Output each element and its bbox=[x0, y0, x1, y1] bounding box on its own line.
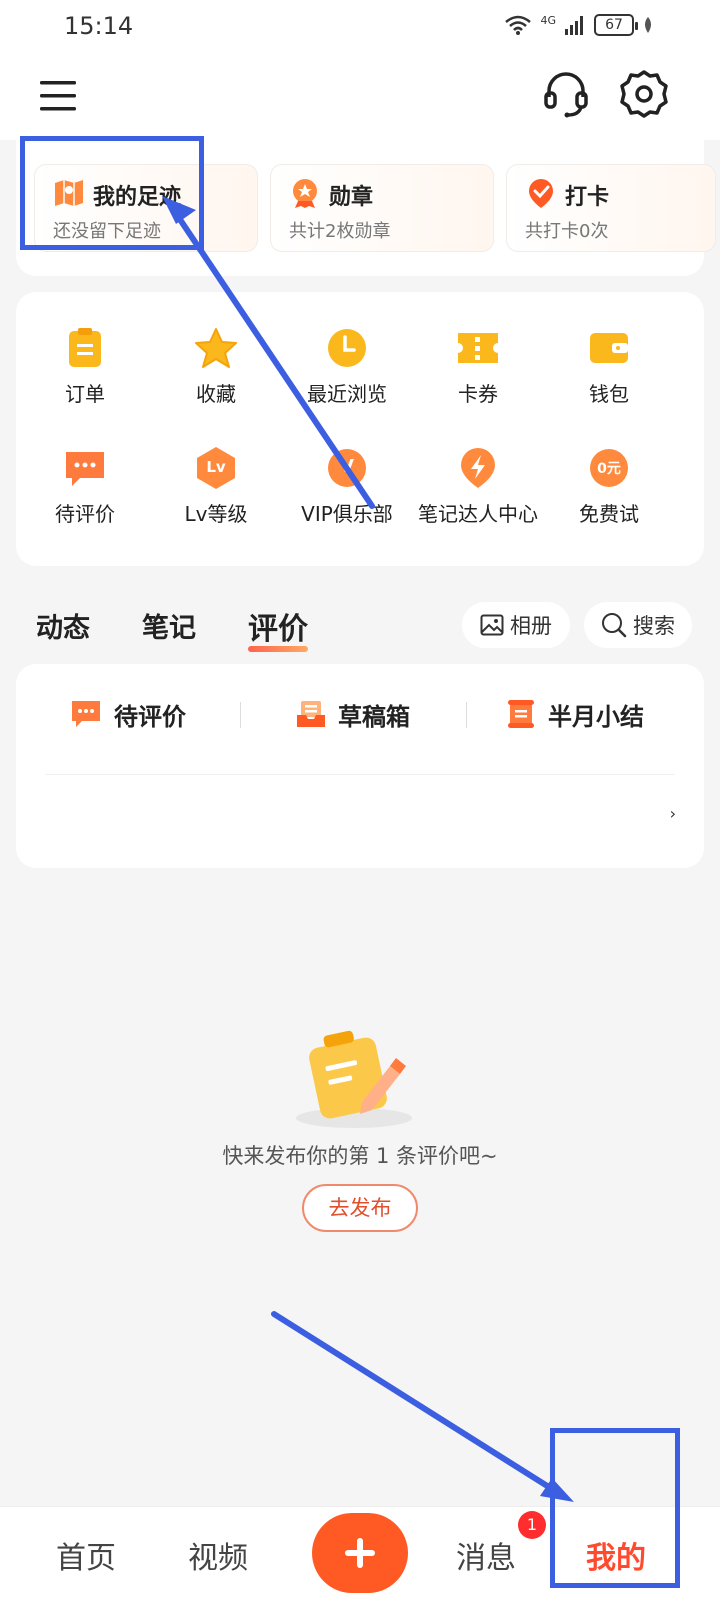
review-panel: 待评价 草稿箱 半月小结 › bbox=[16, 664, 704, 868]
card-title: 勋章 bbox=[329, 185, 374, 210]
func-pending-review[interactable]: 待评价 bbox=[18, 446, 152, 527]
empty-message: 快来发布你的第 1 条评价吧~ bbox=[222, 1144, 498, 1168]
func-label: VIP俱乐部 bbox=[301, 502, 393, 526]
level-icon: Lv bbox=[194, 446, 238, 490]
comment-icon bbox=[72, 701, 100, 727]
half-month-summary-link[interactable]: 半月小结 bbox=[506, 692, 644, 736]
settings-icon[interactable] bbox=[616, 66, 672, 122]
wifi-icon bbox=[505, 15, 532, 35]
func-label: 收藏 bbox=[196, 382, 236, 406]
search-icon bbox=[602, 613, 627, 638]
chevron-right-icon[interactable]: › bbox=[670, 804, 676, 823]
highlight-box-mine bbox=[550, 1428, 680, 1588]
star-icon bbox=[194, 326, 238, 370]
func-label: 待评价 bbox=[55, 502, 115, 526]
leaf-icon bbox=[645, 17, 651, 33]
func-vip[interactable]: V VIP俱乐部 bbox=[280, 446, 414, 527]
network-type: 4G bbox=[540, 13, 556, 27]
status-bar: 15:14 4G 67 bbox=[0, 0, 720, 56]
customer-service-icon[interactable] bbox=[538, 66, 594, 122]
image-icon bbox=[480, 614, 504, 636]
vip-icon: V bbox=[325, 446, 369, 490]
func-recent[interactable]: 最近浏览 bbox=[280, 326, 414, 407]
wallet-icon bbox=[587, 326, 631, 370]
plus-icon bbox=[345, 1538, 375, 1568]
func-label: Lv等级 bbox=[184, 502, 248, 526]
func-note-expert[interactable]: 笔记达人中心 bbox=[411, 446, 545, 527]
free-trial-icon: 0元 bbox=[587, 446, 631, 490]
card-subtitle: 共计2枚勋章 bbox=[289, 221, 391, 242]
lightning-icon bbox=[456, 446, 500, 490]
notepad-pencil-icon bbox=[296, 1030, 412, 1128]
medal-card[interactable]: 勋章 共计2枚勋章 bbox=[270, 164, 494, 252]
card-title: 打卡 bbox=[565, 185, 610, 210]
tab-dynamics[interactable]: 动态 bbox=[36, 606, 90, 645]
func-favorites[interactable]: 收藏 bbox=[149, 326, 283, 407]
clock-icon bbox=[325, 326, 369, 370]
func-order[interactable]: 订单 bbox=[18, 326, 152, 407]
medal-icon bbox=[293, 179, 317, 208]
divider bbox=[466, 702, 467, 728]
order-icon bbox=[63, 326, 107, 370]
divider bbox=[46, 774, 674, 775]
tab-notes[interactable]: 笔记 bbox=[142, 606, 196, 645]
checkin-card[interactable]: 打卡 共打卡0次 bbox=[506, 164, 716, 252]
func-label: 卡券 bbox=[458, 382, 498, 406]
message-count-badge: 1 bbox=[518, 1511, 546, 1539]
func-label: 钱包 bbox=[589, 382, 629, 406]
level-badge-text: Lv bbox=[206, 458, 226, 476]
drafts-link[interactable]: 草稿箱 bbox=[296, 692, 410, 736]
func-label: 订单 bbox=[65, 382, 105, 406]
search-label: 搜索 bbox=[633, 614, 675, 638]
top-bar bbox=[0, 56, 720, 140]
func-label: 笔记达人中心 bbox=[418, 502, 538, 526]
publish-button[interactable]: 去发布 bbox=[302, 1184, 418, 1232]
highlight-box-footprint bbox=[20, 136, 204, 250]
function-grid: 订单 收藏 最近浏览 卡券 钱包 待评价 Lv Lv等级 V VIP俱乐部 笔记… bbox=[16, 292, 704, 566]
search-button[interactable]: 搜索 bbox=[584, 602, 692, 648]
divider bbox=[240, 702, 241, 728]
func-label: 免费试 bbox=[579, 502, 639, 526]
publish-plus-button[interactable] bbox=[312, 1513, 408, 1593]
func-free-trial[interactable]: 0元 免费试 bbox=[542, 446, 676, 527]
draft-box-icon bbox=[297, 701, 325, 727]
card-subtitle: 共打卡0次 bbox=[525, 221, 609, 242]
signal-icon bbox=[565, 16, 583, 35]
status-icons: 4G 67 bbox=[504, 14, 654, 36]
func-label: 最近浏览 bbox=[307, 382, 387, 406]
content-tabs: 动态 笔记 评价 相册 搜索 bbox=[0, 596, 720, 656]
comment-icon bbox=[63, 446, 107, 490]
scroll-icon bbox=[508, 700, 534, 728]
album-button[interactable]: 相册 bbox=[462, 602, 570, 648]
vip-badge-text: V bbox=[340, 456, 354, 477]
coupon-icon bbox=[456, 326, 500, 370]
nav-video[interactable]: 视频 bbox=[188, 1533, 248, 1577]
func-coupons[interactable]: 卡券 bbox=[411, 326, 545, 407]
free-trial-badge-text: 0元 bbox=[597, 461, 621, 477]
menu-icon[interactable] bbox=[30, 68, 86, 124]
func-level[interactable]: Lv Lv等级 bbox=[149, 446, 283, 527]
half-month-summary-label: 半月小结 bbox=[548, 702, 644, 731]
pending-review-link[interactable]: 待评价 bbox=[70, 692, 186, 736]
album-label: 相册 bbox=[510, 614, 552, 638]
tab-reviews[interactable]: 评价 bbox=[248, 604, 308, 652]
nav-messages[interactable]: 消息 bbox=[456, 1533, 516, 1577]
battery-indicator: 67 bbox=[594, 14, 638, 36]
checkin-icon bbox=[529, 179, 553, 208]
func-wallet[interactable]: 钱包 bbox=[542, 326, 676, 407]
pending-review-label: 待评价 bbox=[114, 702, 186, 731]
status-time: 15:14 bbox=[64, 12, 134, 40]
drafts-label: 草稿箱 bbox=[338, 702, 410, 731]
nav-home[interactable]: 首页 bbox=[56, 1533, 116, 1577]
